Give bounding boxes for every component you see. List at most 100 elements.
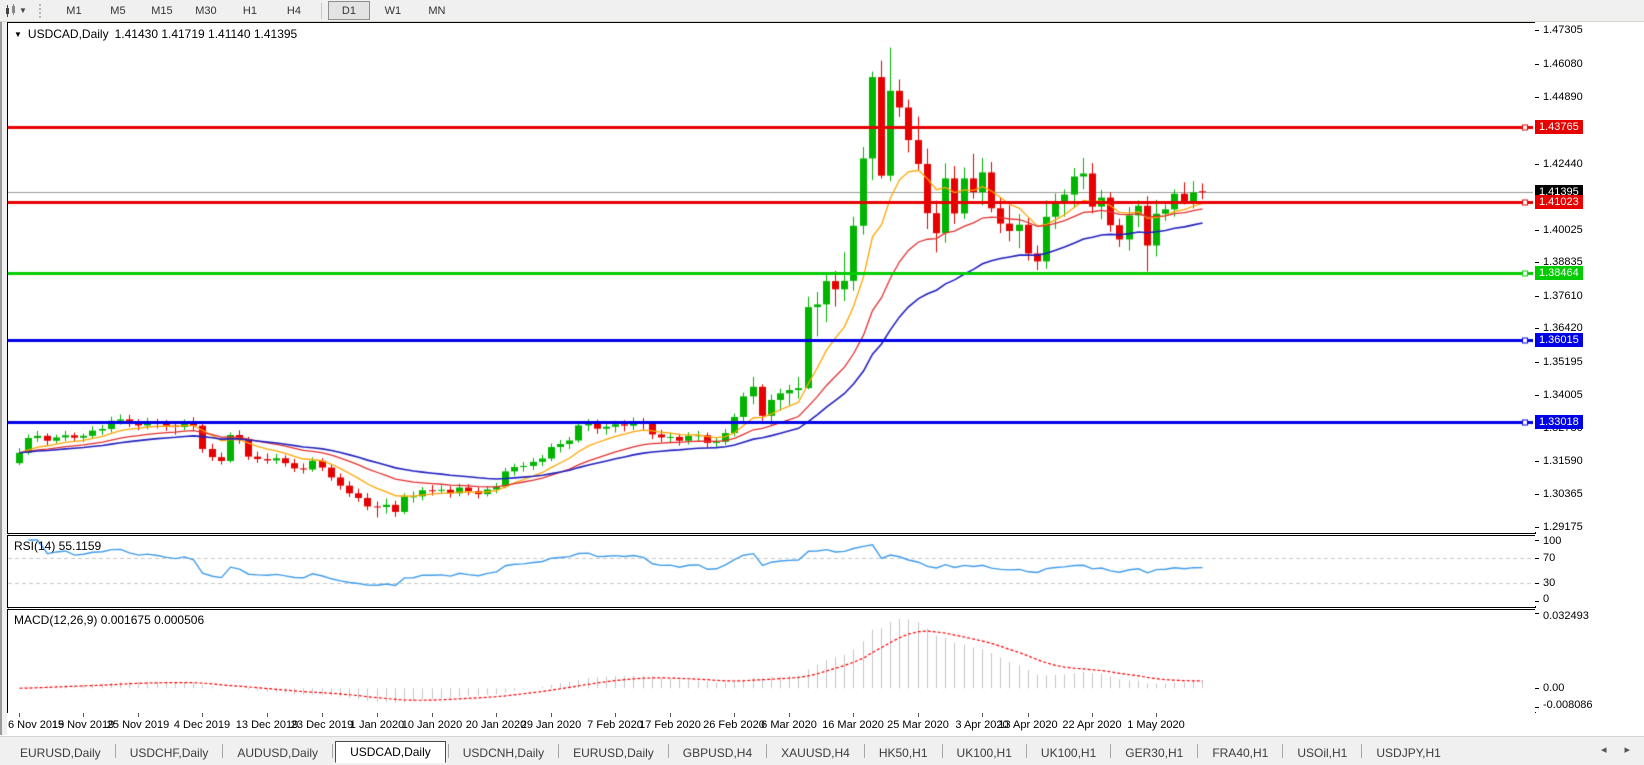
ohlc-readout: 1.41430 1.41719 1.41140 1.41395	[115, 27, 298, 41]
rsi-axis: 10070300	[1535, 535, 1644, 606]
date-tick	[202, 713, 203, 717]
rsi-tick-label: 70	[1543, 552, 1555, 564]
chart-tab-audusd-daily[interactable]: AUDUSD,Daily	[225, 743, 330, 763]
price-tick-label: 1.29175	[1543, 521, 1583, 533]
date-label: 10 Jan 2020	[402, 719, 463, 731]
date-tick	[496, 713, 497, 717]
chart-tab-xauusd-h4[interactable]: XAUUSD,H4	[769, 743, 862, 763]
timeframe-button-d1[interactable]: D1	[328, 1, 370, 20]
tab-separator	[864, 744, 865, 758]
tab-separator	[942, 744, 943, 758]
price-tick-label: 1.30365	[1543, 488, 1583, 500]
tab-separator	[1026, 744, 1027, 758]
price-chart-canvas[interactable]	[8, 23, 1533, 531]
macd-tick-label: -0.008086	[1543, 699, 1593, 711]
timeframe-button-m15[interactable]: M15	[141, 1, 183, 20]
toolbar-drag-handle[interactable]	[39, 4, 46, 18]
chart-tab-fra40-h1[interactable]: FRA40,H1	[1200, 743, 1280, 763]
chart-tools-button[interactable]: ▼	[0, 2, 31, 20]
macd-tick-label: 0.00	[1543, 682, 1564, 694]
chart-tabs: EURUSD,DailyUSDCHF,DailyAUDUSD,DailyUSDC…	[8, 739, 1453, 763]
candlestick-chart-icon	[4, 4, 18, 18]
timeframe-button-w1[interactable]: W1	[372, 1, 414, 20]
price-tick	[1535, 328, 1539, 329]
timeframe-button-h1[interactable]: H1	[229, 1, 271, 20]
price-tick	[1535, 30, 1539, 31]
price-tick	[1535, 494, 1539, 495]
chart-tab-uk100-h1[interactable]: UK100,H1	[945, 743, 1024, 763]
date-label: 25 Nov 2019	[107, 719, 169, 731]
price-tick-label: 1.31590	[1543, 455, 1583, 467]
date-tick	[1156, 713, 1157, 717]
timeframe-button-mn[interactable]: MN	[416, 1, 458, 20]
tab-separator	[115, 744, 116, 758]
price-tick	[1535, 461, 1539, 462]
date-label: 7 Feb 2020	[587, 719, 643, 731]
date-tick	[138, 713, 139, 717]
chart-tab-hk50-h1[interactable]: HK50,H1	[867, 743, 940, 763]
price-tick	[1535, 395, 1539, 396]
tab-separator	[1282, 744, 1283, 758]
chart-tab-usoil-h1[interactable]: USOil,H1	[1285, 743, 1359, 763]
rsi-tick	[1535, 540, 1539, 541]
rsi-chart-canvas[interactable]	[8, 536, 1533, 605]
tab-separator	[222, 744, 223, 758]
chart-tab-usdjpy-h1[interactable]: USDJPY,H1	[1364, 743, 1452, 763]
chart-tab-ger30-h1[interactable]: GER30,H1	[1113, 743, 1195, 763]
price-tick-label: 1.40025	[1543, 224, 1583, 236]
price-tick-label: 1.42440	[1543, 158, 1583, 170]
date-label: 16 Mar 2020	[822, 719, 884, 731]
tab-separator	[766, 744, 767, 758]
timeframe-button-h4[interactable]: H4	[273, 1, 315, 20]
rsi-tick-label: 0	[1543, 593, 1549, 605]
symbol-dropdown-icon[interactable]: ▼	[14, 30, 22, 39]
chart-tab-eurusd-daily[interactable]: EURUSD,Daily	[561, 743, 666, 763]
price-level-box: 1.43765	[1535, 120, 1583, 134]
chart-tab-usdcad-daily[interactable]: USDCAD,Daily	[335, 741, 446, 763]
tab-separator	[1361, 744, 1362, 758]
tab-separator	[448, 744, 449, 758]
chart-tab-gbpusd-h4[interactable]: GBPUSD,H4	[671, 743, 764, 763]
chart-tab-uk100-h1[interactable]: UK100,H1	[1029, 743, 1108, 763]
rsi-tick-label: 30	[1543, 577, 1555, 589]
macd-panel: MACD(12,26,9) 0.001675 0.000506	[7, 609, 1536, 714]
price-level-box: 1.33018	[1535, 415, 1583, 429]
price-axis: 1.473051.460801.448901.436651.424401.412…	[1535, 22, 1644, 532]
macd-chart-canvas[interactable]	[8, 610, 1533, 711]
date-tick	[19, 713, 20, 717]
timeframe-button-m5[interactable]: M5	[97, 1, 139, 20]
chart-title: ▼ USDCAD,Daily 1.41430 1.41719 1.41140 1…	[14, 27, 297, 41]
macd-tick-label: 0.032493	[1543, 610, 1589, 622]
tab-scroll-right-icon[interactable]: ▸	[1624, 743, 1630, 756]
price-level-box: 1.36015	[1535, 333, 1583, 347]
date-label: 23 Dec 2019	[291, 719, 353, 731]
macd-axis: 0.032493 0.00 -0.008086	[1535, 609, 1644, 712]
price-tick	[1535, 230, 1539, 231]
price-tick-label: 1.47305	[1543, 24, 1583, 36]
date-label: 25 Mar 2020	[887, 719, 949, 731]
date-label: 20 Jan 2020	[466, 719, 527, 731]
price-tick	[1535, 262, 1539, 263]
date-label: 15 Nov 2019	[52, 719, 114, 731]
chart-tab-usdchf-daily[interactable]: USDCHF,Daily	[118, 743, 221, 763]
tab-scroll-left-icon[interactable]: ◂	[1601, 743, 1607, 756]
date-tick	[83, 713, 84, 717]
price-tick	[1535, 164, 1539, 165]
timeframe-button-m1[interactable]: M1	[53, 1, 95, 20]
macd-tick	[1535, 613, 1539, 614]
macd-label: MACD(12,26,9) 0.001675 0.000506	[14, 613, 204, 627]
chart-tab-eurusd-daily[interactable]: EURUSD,Daily	[8, 743, 113, 763]
date-tick	[1028, 713, 1029, 717]
main-chart-panel: ▼ USDCAD,Daily 1.41430 1.41719 1.41140 1…	[7, 22, 1536, 534]
price-tick-label: 1.34005	[1543, 389, 1583, 401]
date-label: 1 Jan 2020	[350, 719, 404, 731]
symbol-period-label: USDCAD,Daily	[28, 27, 109, 41]
chart-region: ▼ USDCAD,Daily 1.41430 1.41719 1.41140 1…	[0, 22, 1644, 735]
timeframe-button-m30[interactable]: M30	[185, 1, 227, 20]
date-tick	[322, 713, 323, 717]
date-tick	[377, 713, 378, 717]
date-tick	[551, 713, 552, 717]
date-tick	[982, 713, 983, 717]
chart-tab-usdcnh-daily[interactable]: USDCNH,Daily	[451, 743, 556, 763]
price-tick	[1535, 527, 1539, 528]
